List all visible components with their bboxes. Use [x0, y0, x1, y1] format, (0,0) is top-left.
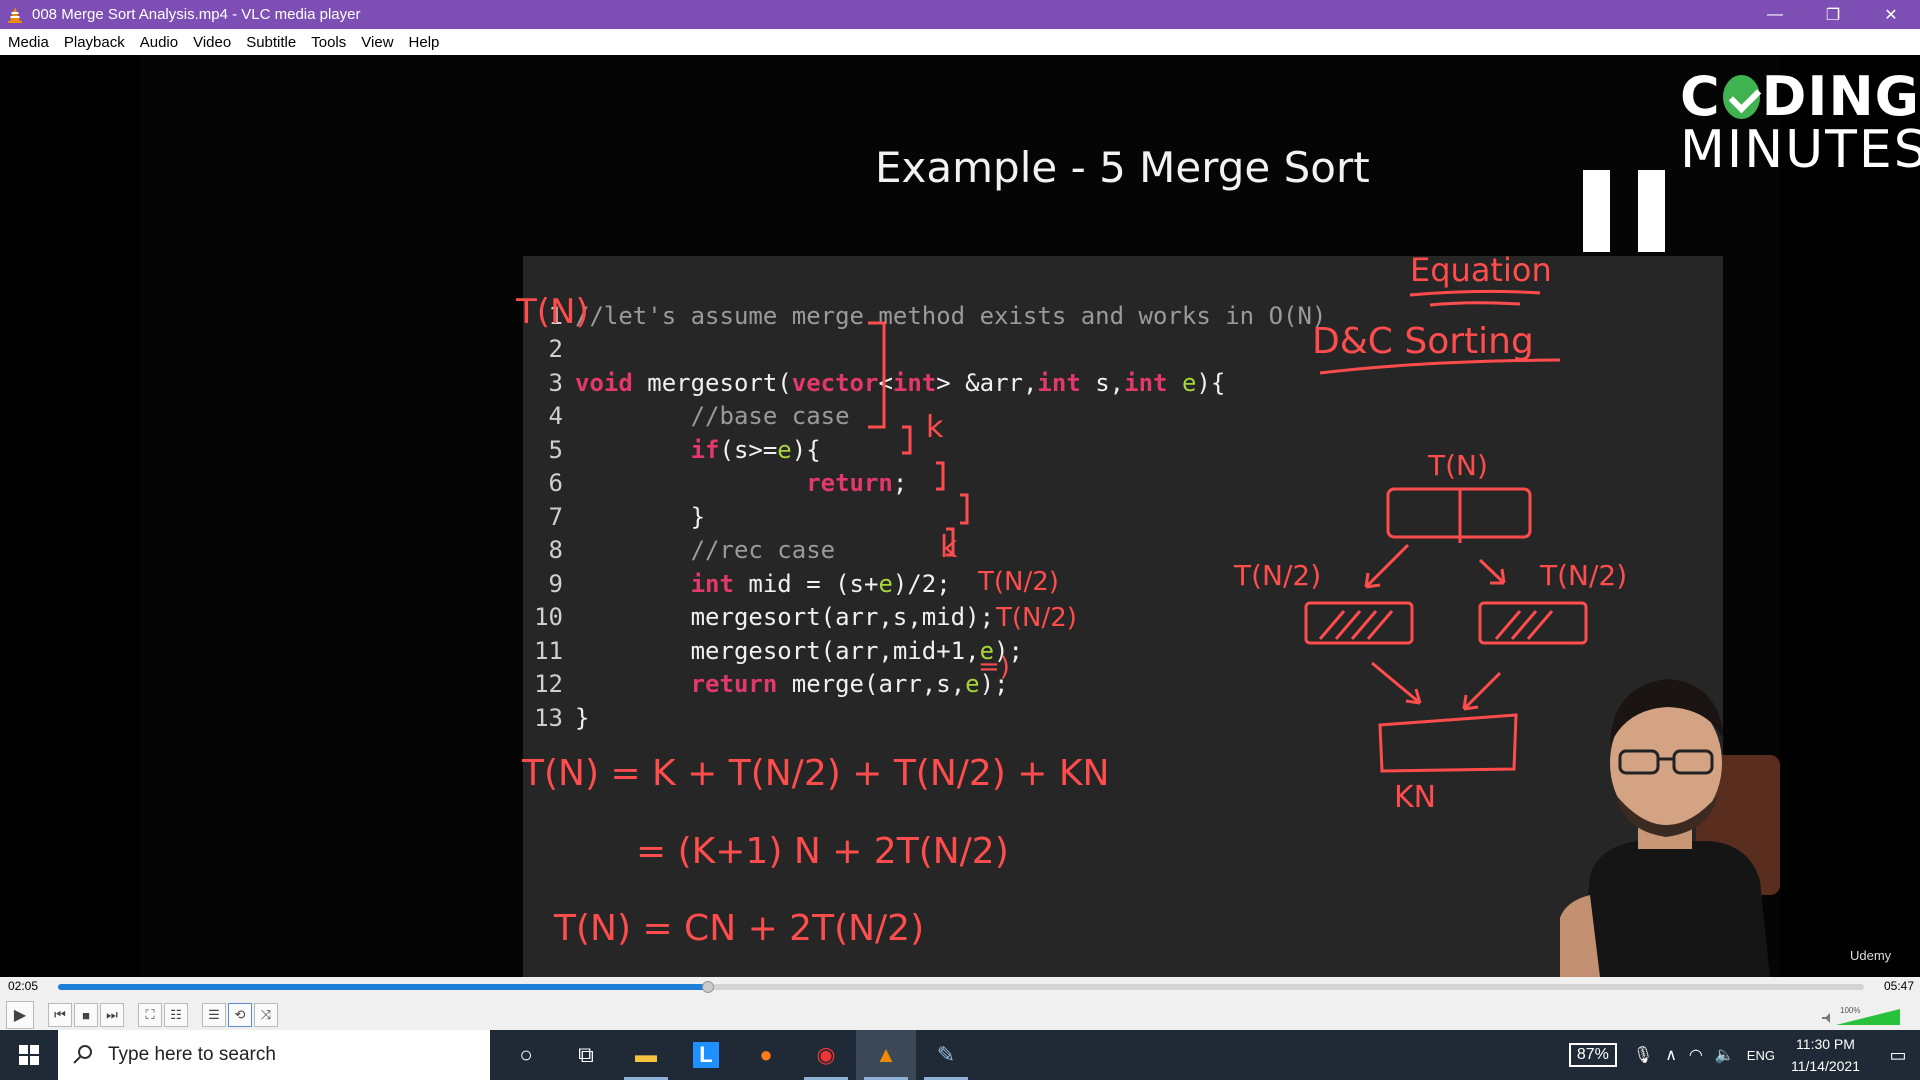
windows-logo-icon: [19, 1045, 39, 1065]
tree-root-label: T(N): [1427, 449, 1488, 482]
battery-indicator[interactable]: 87%: [1568, 1043, 1617, 1067]
menu-view[interactable]: View: [361, 34, 393, 51]
elapsed-time: 02:05: [8, 979, 39, 993]
wifi-icon[interactable]: ◠: [1689, 1045, 1703, 1065]
search-icon: [73, 1045, 92, 1064]
speaker-icon: [1822, 1013, 1830, 1023]
menu-help[interactable]: Help: [409, 34, 440, 51]
stop-button[interactable]: ■: [74, 1003, 98, 1027]
tree-left-label: T(N/2): [1233, 559, 1321, 592]
fullscreen-button[interactable]: ⛶: [138, 1003, 162, 1027]
playlist-button[interactable]: ☰: [202, 1003, 226, 1027]
task-view-icon[interactable]: ⧉: [556, 1030, 616, 1080]
search-placeholder: Type here to search: [108, 1044, 276, 1065]
clock-date: 11/14/2021: [1790, 1058, 1860, 1074]
menu-tools[interactable]: Tools: [311, 34, 346, 51]
total-time: 05:47: [1883, 979, 1914, 993]
next-button[interactable]: ⏭: [100, 1003, 124, 1027]
annotation-k-2: k: [940, 530, 958, 565]
menu-subtitle[interactable]: Subtitle: [246, 34, 296, 51]
equation-line-2: = (K+1) N + 2T(N/2): [636, 831, 1009, 872]
restore-button[interactable]: ❐: [1804, 0, 1862, 29]
annotation-k-1: k: [926, 410, 944, 445]
menu-audio[interactable]: Audio: [140, 34, 178, 51]
taskbar-search-box[interactable]: Type here to search: [58, 1030, 490, 1080]
chrome-icon[interactable]: ◉: [796, 1030, 856, 1080]
equation-line-1: T(N) = K + T(N/2) + T(N/2) + KN: [521, 753, 1109, 794]
speaker-icon[interactable]: 🔈: [1715, 1045, 1735, 1065]
previous-button[interactable]: ⏮: [48, 1003, 72, 1027]
annotation-tn2-b: T(N/2): [995, 603, 1077, 633]
video-area[interactable]: Example - 5 Merge Sort C DING MINUTES 1/…: [0, 55, 1920, 977]
logo-letters-ding: DING: [1761, 65, 1920, 128]
annotation-tn-top: T(N): [515, 292, 589, 332]
start-button[interactable]: [0, 1030, 58, 1080]
instructor-webcam: [1560, 679, 1780, 977]
loop-button[interactable]: ⟲: [228, 1003, 252, 1027]
cortana-icon[interactable]: ○: [496, 1030, 556, 1080]
system-tray: 87% 🎙 ∧ ◠ 🔈 ENG 11:30 PM 11/14/2021 ▭: [1568, 1030, 1920, 1080]
tree-merge-label: KN: [1394, 780, 1436, 815]
close-button[interactable]: ✕: [1862, 0, 1920, 29]
shuffle-button[interactable]: ⤨: [254, 1003, 278, 1027]
paint-icon[interactable]: ✎: [916, 1030, 976, 1080]
window-title: 008 Merge Sort Analysis.mp4 - VLC media …: [32, 6, 361, 23]
udemy-watermark: Udemy: [1850, 948, 1892, 963]
clock-time: 11:30 PM: [1796, 1036, 1855, 1052]
annotation-arrow: =): [978, 652, 1010, 682]
menu-playback[interactable]: Playback: [64, 34, 125, 51]
annotation-equation: Equation: [1410, 251, 1552, 289]
play-button[interactable]: ▶: [6, 1001, 34, 1029]
firefox-icon[interactable]: ●: [736, 1030, 796, 1080]
volume-slider[interactable]: 100%: [1822, 1007, 1904, 1027]
menu-media[interactable]: Media: [8, 34, 49, 51]
windows-taskbar: Type here to search ○ ⧉ ▬ L ● ◉ ▲ ✎ 87% …: [0, 1030, 1920, 1080]
extended-settings-button[interactable]: ☷: [164, 1003, 188, 1027]
language-indicator[interactable]: ENG: [1747, 1048, 1775, 1063]
volume-percent: 100%: [1840, 1007, 1860, 1015]
menu-bar: Media Playback Audio Video Subtitle Tool…: [0, 29, 1920, 55]
player-controls: 02:05 05:47 ▶ ⏮ ■ ⏭ ⛶ ☷ ☰ ⟲ ⤨ 100%: [0, 977, 1920, 1030]
seek-handle[interactable]: [702, 981, 715, 993]
annotation-dc-sorting: D&C Sorting: [1312, 321, 1534, 362]
clock[interactable]: 11:30 PM 11/14/2021: [1791, 1033, 1860, 1077]
equation-line-3: T(N) = CN + 2T(N/2): [553, 908, 924, 949]
title-bar: 008 Merge Sort Analysis.mp4 - VLC media …: [0, 0, 1920, 29]
handwritten-annotations: T(N) k k T(N/2) T(N/2) =) Equation D&C S…: [515, 251, 1627, 949]
lecture-slide: Example - 5 Merge Sort C DING MINUTES 1/…: [140, 55, 1920, 977]
microphone-icon[interactable]: 🎙: [1633, 1045, 1653, 1065]
notification-center-icon[interactable]: ▭: [1876, 1045, 1920, 1066]
chevron-up-icon[interactable]: ∧: [1665, 1045, 1677, 1065]
file-explorer-icon[interactable]: ▬: [616, 1030, 676, 1080]
seek-progress: [58, 984, 709, 990]
menu-video[interactable]: Video: [193, 34, 231, 51]
annotation-tn2-a: T(N/2): [977, 567, 1059, 597]
l-app-icon[interactable]: L: [676, 1030, 736, 1080]
vlc-cone-icon: [8, 6, 22, 23]
tree-right-label: T(N/2): [1539, 559, 1627, 592]
minimize-button[interactable]: —: [1746, 0, 1804, 29]
seek-bar[interactable]: [58, 981, 1864, 993]
vlc-taskbar-icon[interactable]: ▲: [856, 1030, 916, 1080]
